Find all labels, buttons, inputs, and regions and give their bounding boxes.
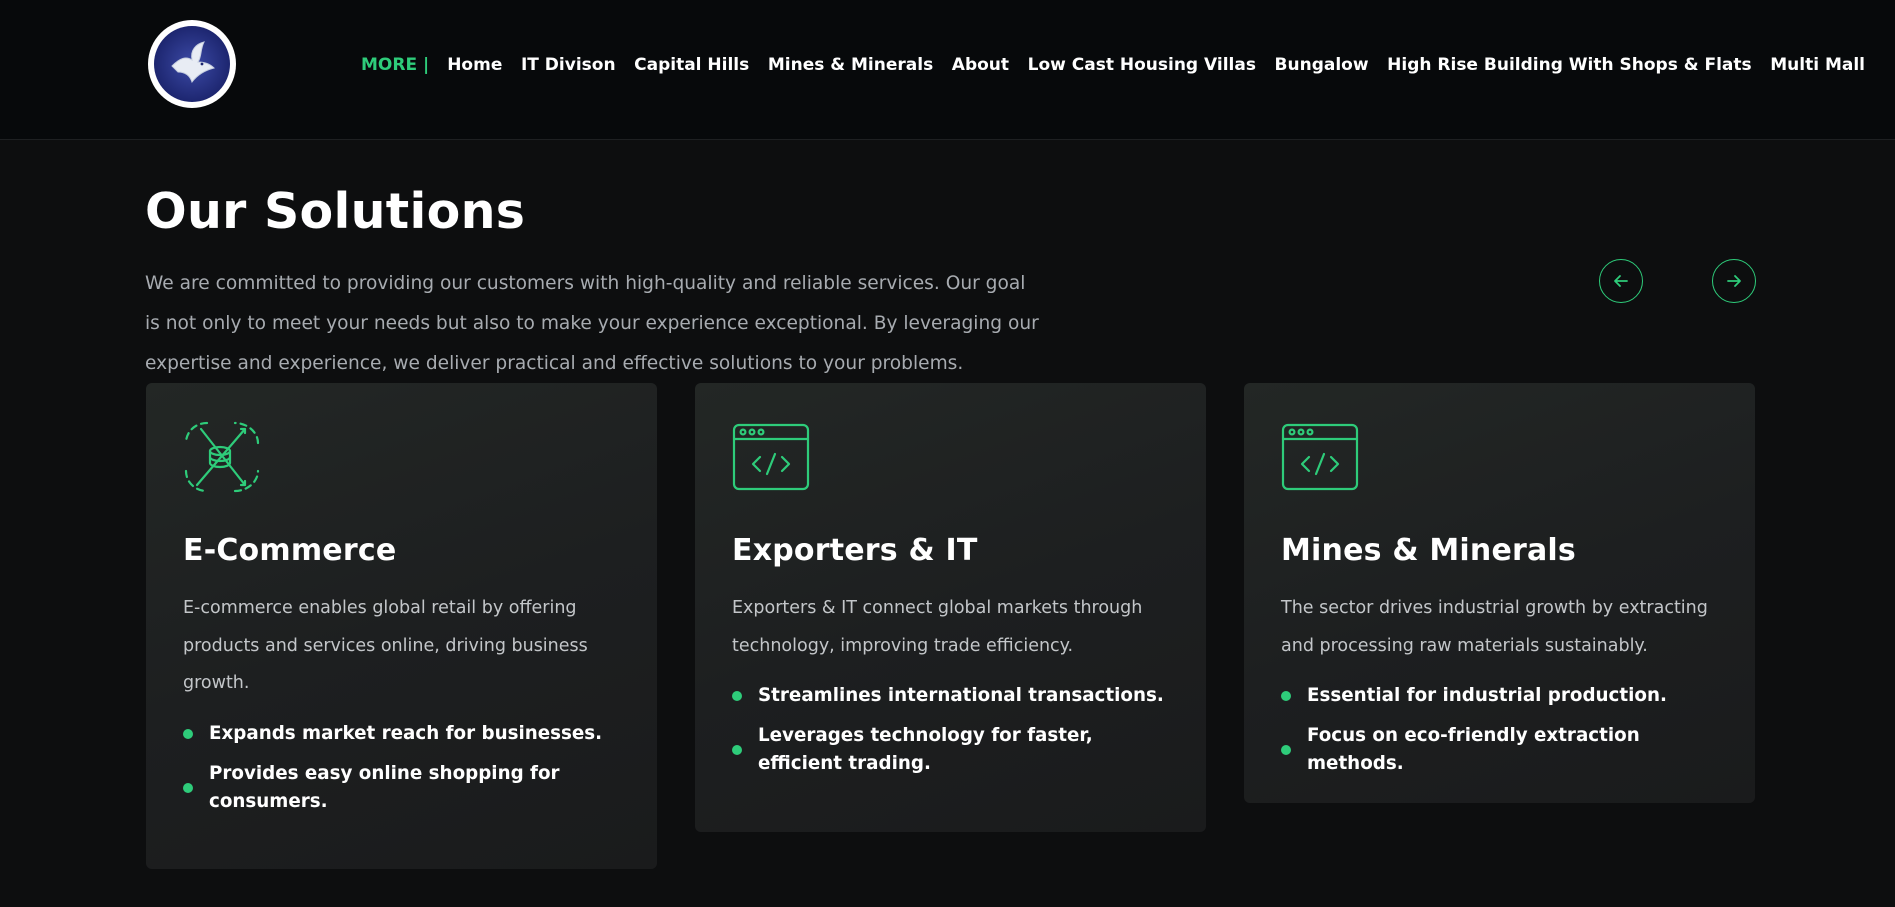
arrow-right-icon [1727, 275, 1741, 287]
section-title: Our Solutions [145, 183, 526, 240]
section-description: We are committed to providing our custom… [145, 273, 1039, 374]
database-cycle-icon [184, 421, 260, 493]
card-bullet-list: Streamlines international transactions. … [732, 682, 1168, 778]
bullet-dot-icon [1281, 691, 1291, 701]
nav-item-mines-minerals[interactable]: Mines & Minerals [768, 55, 933, 75]
card-bullet-list: Essential for industrial production. Foc… [1281, 682, 1717, 778]
card-bullet-list: Expands market reach for businesses. Pro… [183, 720, 619, 816]
carousel-next-button[interactable] [1712, 259, 1756, 303]
list-item: Provides easy online shopping for consum… [183, 760, 619, 816]
card-title: Mines & Minerals [1281, 533, 1576, 568]
main-nav: MORE | Home IT Divison Capital Hills Min… [361, 52, 1865, 78]
code-window-icon [1281, 423, 1359, 491]
dove-logo-icon [154, 26, 230, 102]
company-logo[interactable] [148, 20, 236, 108]
card-text: Exporters & IT connect global markets th… [732, 598, 1143, 656]
list-item: Focus on eco-friendly extraction methods… [1281, 722, 1717, 778]
list-item: Streamlines international transactions. [732, 682, 1168, 710]
nav-more[interactable]: MORE | [361, 55, 429, 75]
nav-item-high-rise-building[interactable]: High Rise Building With Shops & Flats [1387, 55, 1752, 75]
card-text: E-commerce enables global retail by offe… [183, 598, 588, 693]
bullet-dot-icon [183, 728, 193, 739]
nav-item-home[interactable]: Home [447, 55, 502, 75]
solution-card-mines-minerals[interactable]: Mines & Minerals The sector drives indus… [1244, 383, 1755, 803]
list-item: Expands market reach for businesses. [183, 720, 619, 748]
card-title: Exporters & IT [732, 533, 978, 568]
nav-item-low-cast-housing-villas[interactable]: Low Cast Housing Villas [1028, 55, 1256, 75]
card-title: E-Commerce [183, 533, 397, 568]
list-item: Leverages technology for faster, efficie… [732, 722, 1168, 778]
nav-item-bungalow[interactable]: Bungalow [1275, 55, 1369, 75]
card-text: The sector drives industrial growth by e… [1281, 598, 1708, 656]
nav-item-it-division[interactable]: IT Divison [521, 55, 616, 75]
arrow-left-icon [1614, 275, 1628, 287]
list-item: Essential for industrial production. [1281, 682, 1717, 710]
bullet-dot-icon [1281, 745, 1291, 755]
bullet-dot-icon [732, 691, 742, 701]
nav-item-about[interactable]: About [952, 55, 1009, 75]
site-header: MORE | Home IT Divison Capital Hills Min… [0, 0, 1895, 140]
code-window-icon [732, 423, 810, 491]
solution-card-exporters-it[interactable]: Exporters & IT Exporters & IT connect gl… [695, 383, 1206, 832]
bullet-dot-icon [732, 745, 742, 755]
bullet-dot-icon [183, 782, 193, 793]
nav-item-multi-mall[interactable]: Multi Mall [1770, 55, 1865, 75]
nav-item-capital-hills[interactable]: Capital Hills [634, 55, 749, 75]
carousel-prev-button[interactable] [1599, 259, 1643, 303]
solution-card-ecommerce[interactable]: E-Commerce E-commerce enables global ret… [146, 383, 657, 869]
